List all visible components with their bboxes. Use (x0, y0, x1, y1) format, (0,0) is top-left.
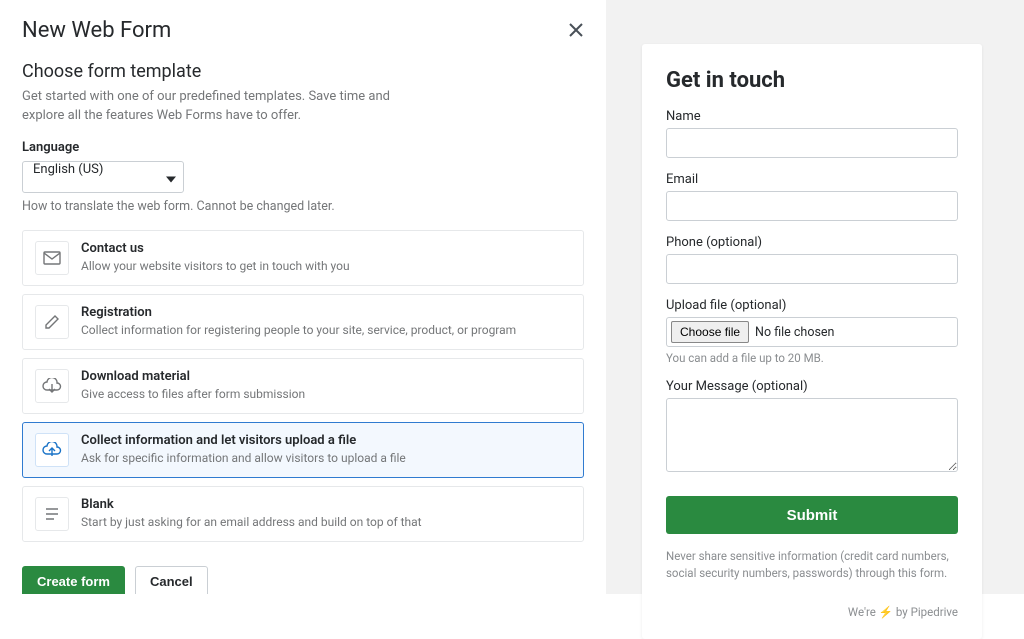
preview-note: Never share sensitive information (credi… (666, 548, 958, 581)
choose-template-heading: Choose form template (22, 61, 584, 82)
choose-file-button[interactable]: Choose file (671, 321, 749, 343)
footer-suffix: by Pipedrive (893, 605, 958, 619)
email-label: Email (666, 172, 958, 187)
submit-button[interactable]: Submit (666, 496, 958, 534)
template-contact-us[interactable]: Contact us Allow your website visitors t… (22, 230, 584, 286)
create-form-button[interactable]: Create form (22, 566, 125, 594)
close-icon[interactable] (564, 18, 588, 42)
template-collect-upload[interactable]: Collect information and let visitors upl… (22, 422, 584, 478)
preview-title: Get in touch (666, 68, 958, 93)
preview-footer: We're ⚡ by Pipedrive (666, 605, 958, 619)
lines-icon (35, 497, 69, 531)
template-description: Get started with one of our predefined t… (22, 88, 422, 126)
modal-title: New Web Form (22, 18, 584, 43)
template-download-material[interactable]: Download material Give access to files a… (22, 358, 584, 414)
form-preview-panel: Get in touch Name Email Phone (optional)… (606, 0, 1024, 594)
email-field[interactable] (666, 191, 958, 221)
pencil-icon (35, 305, 69, 339)
upload-label: Upload file (optional) (666, 298, 958, 313)
template-list: Contact us Allow your website visitors t… (22, 230, 584, 542)
language-hint: How to translate the web form. Cannot be… (22, 199, 584, 214)
name-label: Name (666, 109, 958, 124)
new-web-form-modal: New Web Form Choose form template Get st… (0, 0, 606, 594)
template-blank[interactable]: Blank Start by just asking for an email … (22, 486, 584, 542)
name-field[interactable] (666, 128, 958, 158)
template-desc: Ask for specific information and allow v… (81, 451, 406, 465)
template-desc: Give access to files after form submissi… (81, 387, 305, 401)
upload-hint: You can add a file up to 20 MB. (666, 351, 958, 365)
message-field[interactable] (666, 398, 958, 472)
footer-prefix: We're (848, 605, 879, 619)
bolt-icon: ⚡ (879, 605, 893, 619)
template-title: Contact us (81, 241, 350, 256)
template-desc: Allow your website visitors to get in to… (81, 259, 350, 273)
no-file-text: No file chosen (755, 325, 834, 340)
upload-file-field[interactable]: Choose file No file chosen (666, 317, 958, 347)
template-desc: Start by just asking for an email addres… (81, 515, 422, 529)
phone-field[interactable] (666, 254, 958, 284)
envelope-icon (35, 241, 69, 275)
cloud-upload-icon (35, 433, 69, 467)
template-title: Registration (81, 305, 516, 320)
preview-card: Get in touch Name Email Phone (optional)… (642, 44, 982, 639)
phone-label: Phone (optional) (666, 235, 958, 250)
template-title: Download material (81, 369, 305, 384)
template-title: Blank (81, 497, 422, 512)
template-desc: Collect information for registering peop… (81, 323, 516, 337)
template-registration[interactable]: Registration Collect information for reg… (22, 294, 584, 350)
language-select[interactable]: English (US) (22, 161, 184, 193)
cancel-button[interactable]: Cancel (135, 566, 208, 594)
message-label: Your Message (optional) (666, 379, 958, 394)
cloud-download-icon (35, 369, 69, 403)
template-title: Collect information and let visitors upl… (81, 433, 406, 448)
language-label: Language (22, 140, 584, 155)
